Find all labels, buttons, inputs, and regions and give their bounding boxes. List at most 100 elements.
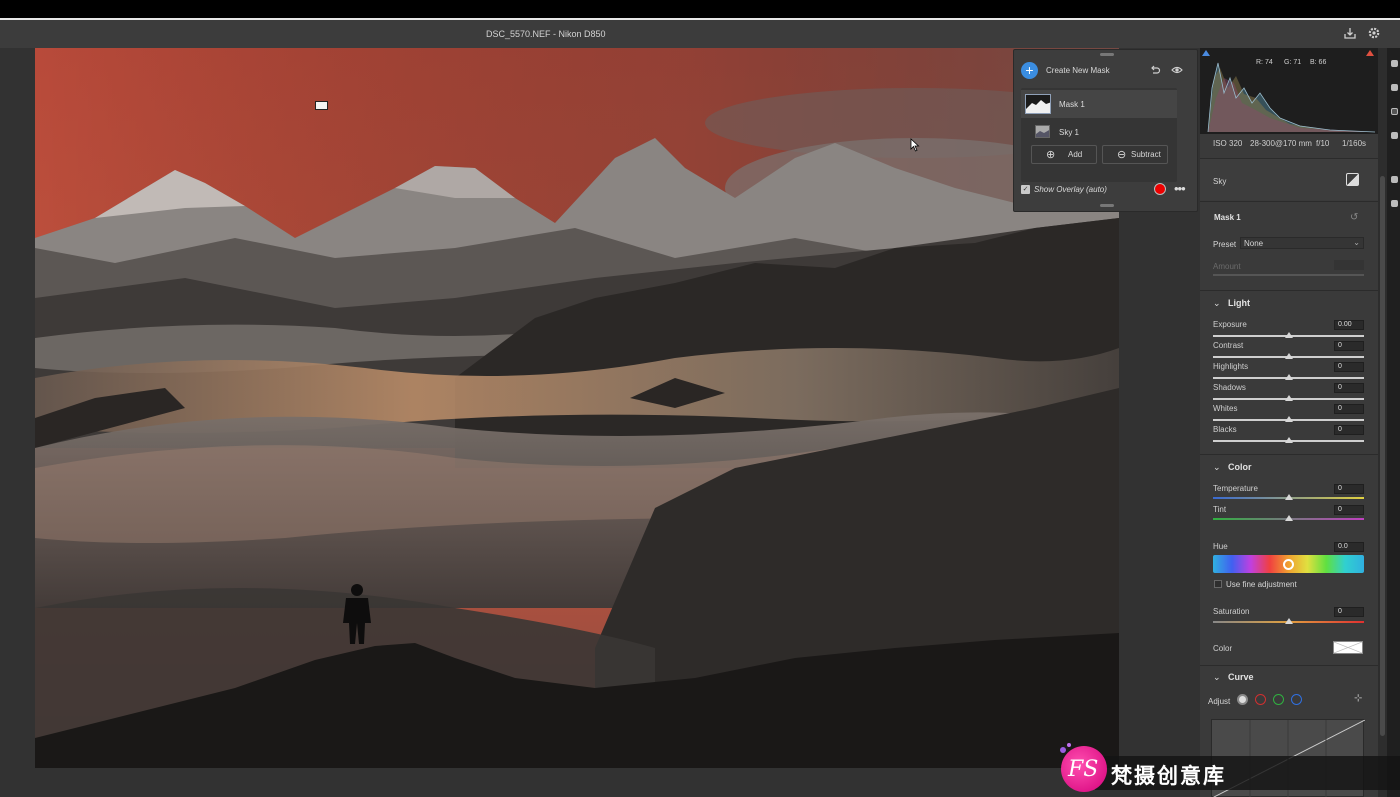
eye-icon[interactable] [1171,64,1183,76]
hue-value[interactable]: 0.0 [1334,542,1364,552]
hue-label: Hue [1213,542,1228,551]
crop-tool-icon[interactable] [1391,84,1398,91]
histogram: R: 74 G: 71 B: 66 [1200,48,1378,134]
undo-icon[interactable] [1149,64,1161,76]
red-value: R: 74 [1256,59,1273,66]
curve-rgb-channel-icon[interactable] [1237,694,1248,705]
sky-header: Sky [1200,158,1378,200]
sky-component-icon [1035,125,1050,138]
exif-iso: ISO 320 [1213,139,1243,148]
mask-list: Mask 1 Sky 1 [1021,88,1177,182]
photo-canvas[interactable] [35,48,1119,768]
more-options-icon[interactable]: ••• [1174,181,1186,196]
curve-title[interactable]: Curve [1228,672,1254,682]
watermark: FS 梵摄创意库 [1055,738,1400,797]
light-title[interactable]: Light [1228,298,1250,308]
temperature-knob[interactable] [1285,494,1293,500]
show-overlay-checkbox[interactable]: ✓ [1021,185,1030,194]
redeye-tool-icon[interactable] [1391,176,1398,183]
mouse-cursor-icon [910,138,920,155]
curve-red-channel-icon[interactable] [1255,694,1266,705]
exif-aperture: f/10 [1316,139,1330,148]
preset-dropdown[interactable]: None ⌄ [1240,237,1364,249]
highlights-label: Highlights [1213,362,1249,371]
divider [1200,290,1378,291]
contrast-knob[interactable] [1285,353,1293,359]
mask-settings-title: Mask 1 [1214,213,1241,222]
curve-blue-channel-icon[interactable] [1291,694,1302,705]
edit-panel: R: 74 G: 71 B: 66 ISO 320 28-300@170 mm … [1200,48,1378,797]
blacks-label: Blacks [1213,425,1237,434]
divider [1200,454,1378,455]
hue-knob[interactable] [1283,559,1294,570]
watermark-logo-text: FS [1068,757,1099,782]
blacks-knob[interactable] [1285,437,1293,443]
watermark-text: 梵摄创意库 [1111,764,1226,788]
fine-adjustment-label[interactable]: Use fine adjustment [1226,580,1297,589]
temperature-value[interactable]: 0 [1334,484,1364,494]
invert-mask-icon[interactable] [1346,173,1359,186]
sky-label: Sky [1213,177,1227,186]
exposure-knob[interactable] [1285,332,1293,338]
create-mask-label[interactable]: Create New Mask [1046,66,1110,75]
saturation-value[interactable]: 0 [1334,607,1364,617]
overlay-color-swatch[interactable] [1154,183,1166,195]
highlights-knob[interactable] [1285,374,1293,380]
exif-shutter: 1/160s [1342,139,1367,148]
saturation-knob[interactable] [1285,618,1293,624]
top-letterbox [0,0,1400,18]
highlights-value[interactable]: 0 [1334,362,1364,372]
scrollbar-thumb[interactable] [1380,176,1385,736]
divider [1200,665,1378,666]
panel-drag-handle[interactable] [1100,53,1114,56]
exposure-value[interactable]: 0.00 [1334,320,1364,330]
pin-marker-icon[interactable] [315,101,328,110]
amount-track-disabled [1213,274,1364,276]
divider [1200,201,1378,202]
color-swatch[interactable] [1333,641,1363,654]
mask-row-mask-1[interactable]: Mask 1 [1021,90,1177,118]
healing-tool-icon[interactable] [1391,132,1398,139]
chevron-down-icon[interactable]: ⌄ [1213,672,1221,683]
color-title[interactable]: Color [1228,462,1252,472]
whites-knob[interactable] [1285,416,1293,422]
download-icon[interactable] [1342,26,1358,42]
panel-resize-handle[interactable] [1100,204,1114,207]
shadows-knob[interactable] [1285,395,1293,401]
shadows-label: Shadows [1213,383,1246,392]
amount-value-disabled [1334,260,1364,270]
presets-tool-icon[interactable] [1391,200,1398,207]
mask-name: Mask 1 [1059,100,1085,109]
target-adjust-icon[interactable]: ⊹ [1354,693,1362,704]
curve-green-channel-icon[interactable] [1273,694,1284,705]
chevron-down-icon[interactable]: ⌄ [1213,462,1221,473]
shadows-value[interactable]: 0 [1334,383,1364,393]
gear-icon[interactable] [1366,26,1382,42]
clipping-highlight-icon[interactable] [1366,50,1374,56]
clipping-shadow-icon[interactable] [1202,50,1210,56]
subtract-button[interactable]: ⊖ Subtract [1102,145,1168,164]
whites-value[interactable]: 0 [1334,404,1364,414]
mask-panel: + Create New Mask Mask 1 Sky 1 ⊕ Add ⊖ S… [1013,49,1198,212]
contrast-value[interactable]: 0 [1334,341,1364,351]
edit-tool-icon[interactable] [1391,60,1398,67]
mask-row-sky-1[interactable]: Sky 1 [1021,118,1177,146]
document-title: DSC_5570.NEF - Nikon D850 [486,29,606,39]
tint-value[interactable]: 0 [1334,505,1364,515]
masking-tool-icon[interactable] [1391,108,1398,115]
chevron-down-icon: ⌄ [1353,238,1360,247]
tint-knob[interactable] [1285,515,1293,521]
add-button[interactable]: ⊕ Add [1031,145,1097,164]
exif-lens: 28-300@170 mm [1250,139,1312,148]
amount-label: Amount [1213,262,1241,271]
green-value: G: 71 [1284,59,1302,66]
blacks-value[interactable]: 0 [1334,425,1364,435]
mask-thumbnail [1025,94,1051,114]
fine-adjustment-checkbox[interactable] [1214,580,1222,588]
contrast-label: Contrast [1213,341,1244,350]
chevron-down-icon[interactable]: ⌄ [1213,298,1221,309]
show-overlay-label[interactable]: Show Overlay (auto) [1034,185,1107,194]
create-mask-button[interactable]: + [1021,62,1038,79]
reset-mask-icon[interactable]: ↺ [1350,212,1358,223]
tool-strip [1387,48,1400,797]
